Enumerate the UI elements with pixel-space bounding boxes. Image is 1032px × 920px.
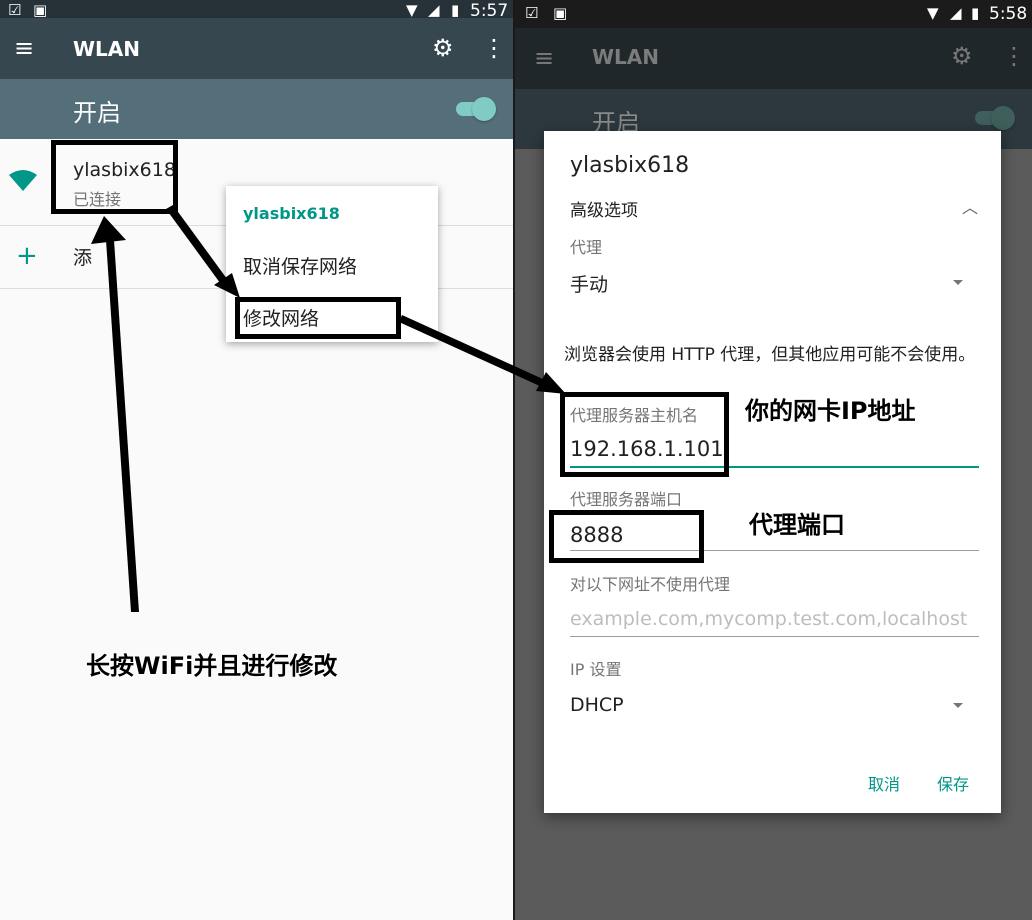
- settings-gear-icon[interactable]: ⚙: [432, 36, 454, 60]
- battery-icon: ▮: [451, 1, 460, 19]
- wifi-icon: [9, 170, 37, 191]
- proxy-label: 代理: [570, 238, 603, 257]
- cell-signal-icon: ◢: [950, 4, 962, 22]
- check-notification-icon: ☑: [525, 4, 539, 22]
- collapse-chevron-icon[interactable]: ︿: [962, 194, 978, 218]
- proxy-port-label: 代理服务器端口: [570, 490, 683, 509]
- annotation-host: 你的网卡IP地址: [745, 397, 916, 425]
- settings-gear-icon[interactable]: ⚙: [951, 44, 973, 68]
- network-highlight-box: [51, 140, 178, 214]
- switch-label: 开启: [73, 99, 121, 127]
- ip-settings-label: IP 设置: [570, 660, 622, 679]
- add-icon: +: [16, 241, 38, 271]
- app-notification-icon: ▣: [553, 4, 568, 22]
- context-menu-title: ylasbix618: [243, 204, 340, 223]
- more-options-icon[interactable]: ⋮: [482, 36, 506, 60]
- wifi-switch-bar[interactable]: 开启: [0, 79, 513, 139]
- left-screen: ☑ ▣ ▼ ◢ ▮ 5:57 ≡ WLAN ⚙ ⋮ 开启 ylasbix618 …: [0, 0, 513, 920]
- status-time: 5:58: [989, 4, 1028, 24]
- toolbar-title: WLAN: [73, 37, 141, 61]
- port-highlight-box: [549, 510, 704, 563]
- annotation-long-press: 长按WiFi并且进行修改: [86, 652, 338, 680]
- battery-icon: ▮: [971, 4, 980, 22]
- host-highlight-box: [560, 392, 729, 477]
- menu-icon[interactable]: ≡: [14, 36, 34, 60]
- advanced-options-label[interactable]: 高级选项: [570, 196, 638, 221]
- right-screen: ☑ ▣ ▼ ◢ ▮ 5:58 ≡ WLAN ⚙ ⋮ 开启 ylasbix618 …: [515, 0, 1032, 920]
- forget-network-item[interactable]: 取消保存网络: [243, 252, 357, 279]
- ip-settings-select[interactable]: DHCP: [570, 694, 624, 716]
- check-notification-icon: ☑: [8, 1, 22, 19]
- wifi-signal-icon: ▼: [406, 1, 418, 19]
- bypass-underline: [570, 636, 979, 637]
- modify-highlight-box: [235, 297, 401, 339]
- cancel-button[interactable]: 取消: [868, 771, 900, 795]
- annotation-port: 代理端口: [749, 511, 845, 539]
- toolbar: ≡ WLAN ⚙ ⋮: [0, 18, 513, 79]
- dialog-title: ylasbix618: [570, 153, 690, 178]
- wifi-toggle[interactable]: [456, 97, 496, 121]
- cell-signal-icon: ◢: [428, 1, 440, 19]
- add-network-label: 添: [73, 247, 93, 269]
- proxy-dropdown-icon[interactable]: [953, 280, 963, 285]
- save-button[interactable]: 保存: [937, 771, 969, 795]
- bypass-input[interactable]: example.com,mycomp.test.com,localhost: [570, 608, 980, 630]
- wifi-toggle[interactable]: [975, 106, 1015, 130]
- toolbar: ≡ WLAN ⚙ ⋮: [515, 28, 1032, 89]
- status-bar: ☑ ▣ ▼ ◢ ▮ 5:58: [515, 0, 1032, 28]
- toolbar-title: WLAN: [592, 45, 660, 69]
- ip-dropdown-icon[interactable]: [953, 703, 963, 708]
- more-options-icon[interactable]: ⋮: [1002, 44, 1026, 68]
- app-notification-icon: ▣: [33, 1, 48, 19]
- wifi-signal-icon: ▼: [927, 4, 939, 22]
- proxy-warning-message: 浏览器会使用 HTTP 代理，但其他应用可能不会使用。: [564, 345, 976, 365]
- bypass-label: 对以下网址不使用代理: [570, 575, 731, 594]
- proxy-select[interactable]: 手动: [570, 270, 608, 297]
- menu-icon[interactable]: ≡: [534, 46, 554, 70]
